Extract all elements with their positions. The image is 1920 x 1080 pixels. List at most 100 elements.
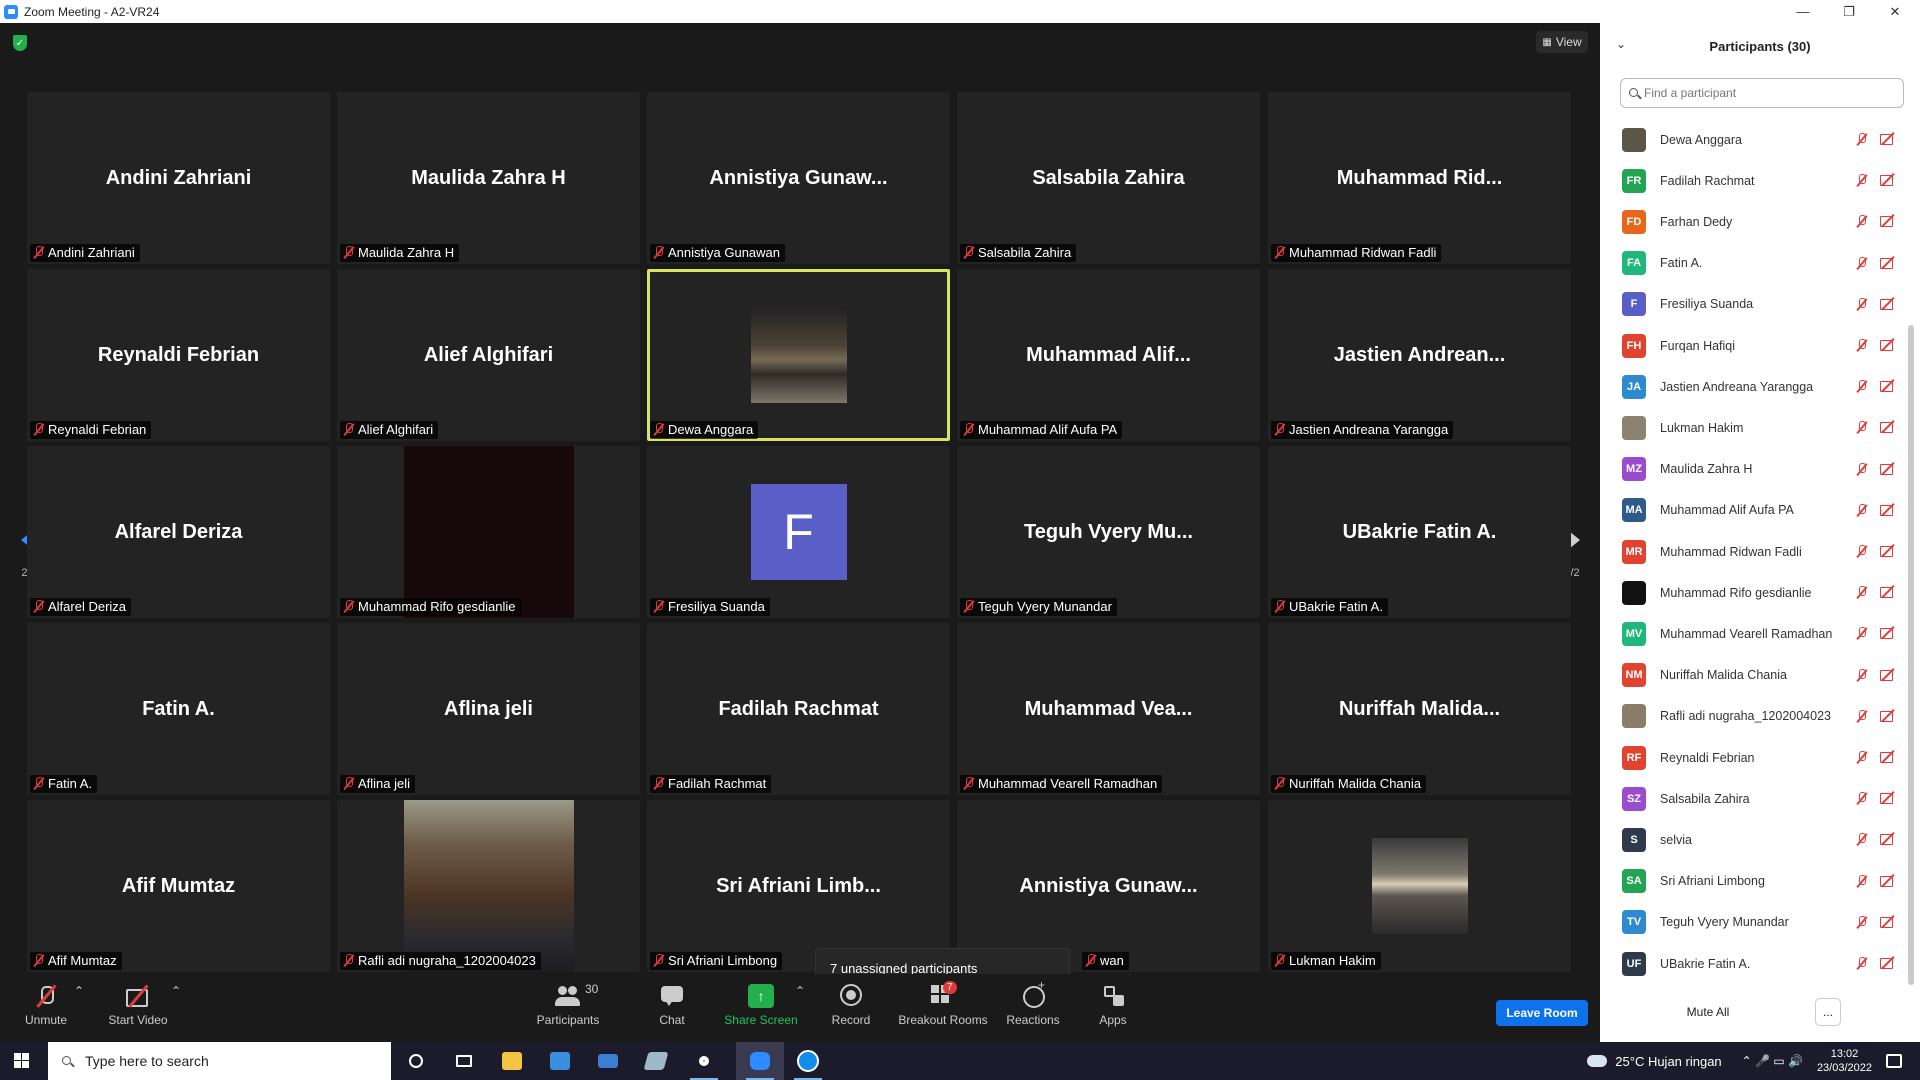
participant-row[interactable]: FA Fatin A. xyxy=(1600,243,1906,284)
video-tile[interactable]: Alfarel Deriza Alfarel Deriza xyxy=(27,446,330,618)
video-off-icon[interactable] xyxy=(1880,669,1896,681)
maximize-button[interactable]: ❐ xyxy=(1826,0,1872,23)
task-view-icon[interactable] xyxy=(440,1042,488,1080)
muted-mic-icon[interactable] xyxy=(1856,174,1868,187)
video-tile[interactable]: Teguh Vyery Mu... Teguh Vyery Munandar xyxy=(957,446,1260,618)
audio-options-caret[interactable]: ⌃ xyxy=(73,984,85,1040)
video-off-icon[interactable] xyxy=(1880,380,1896,393)
breakout-rooms-button[interactable]: 7 Breakout Rooms xyxy=(898,981,988,1040)
start-video-button[interactable]: Start Video xyxy=(106,984,170,1040)
video-off-icon[interactable] xyxy=(1880,545,1896,557)
video-off-icon[interactable] xyxy=(1880,133,1896,145)
muted-mic-icon[interactable] xyxy=(1856,957,1868,970)
record-button[interactable]: Record xyxy=(826,984,876,1040)
video-off-icon[interactable] xyxy=(1880,875,1896,887)
video-off-icon[interactable] xyxy=(1880,257,1896,269)
participant-row[interactable]: Sselvia xyxy=(1600,819,1906,860)
video-tile[interactable]: Sri Afriani Limb... Sri Afriani Limbong xyxy=(647,800,950,972)
share-screen-button[interactable]: ↑ Share Screen xyxy=(724,984,798,1040)
muted-mic-icon[interactable] xyxy=(1856,503,1868,517)
muted-mic-icon[interactable] xyxy=(1856,297,1868,311)
weather-text[interactable]: 25°C Hujan ringan xyxy=(1615,1054,1721,1069)
muted-mic-icon[interactable] xyxy=(1856,586,1868,599)
video-tile[interactable]: Muhammad Rid... Muhammad Ridwan Fadli xyxy=(1268,92,1571,264)
zoom-taskbar-icon[interactable] xyxy=(736,1042,784,1080)
muted-mic-icon[interactable] xyxy=(1856,215,1868,228)
muted-mic-icon[interactable] xyxy=(1856,833,1868,846)
video-off-icon[interactable] xyxy=(1880,916,1896,928)
muted-mic-icon[interactable] xyxy=(1856,751,1868,764)
participant-row[interactable]: SZ Salsabila Zahira xyxy=(1600,778,1906,819)
video-tile[interactable]: Nuriffah Malida... Nuriffah Malida Chani… xyxy=(1268,623,1571,795)
participant-row[interactable]: MZ Maulida Zahra H xyxy=(1600,449,1906,490)
chrome-icon[interactable] xyxy=(680,1042,728,1080)
participant-row[interactable]: TV Teguh Vyery Munandar xyxy=(1600,902,1906,943)
leave-room-button[interactable]: Leave Room xyxy=(1496,1000,1588,1026)
muted-mic-icon[interactable] xyxy=(1856,874,1868,888)
cortana-icon[interactable] xyxy=(392,1042,440,1080)
video-off-icon[interactable] xyxy=(1880,463,1896,475)
tray-icons[interactable]: ⌃ 🎤 ▭ 🔊 xyxy=(1742,1054,1803,1068)
participant-row[interactable]: F Fresiliya Suanda xyxy=(1600,284,1906,325)
video-tile[interactable]: Andini Zahriani Andini Zahriani xyxy=(27,92,330,264)
apps-button[interactable]: Apps xyxy=(1095,984,1131,1040)
video-off-icon[interactable] xyxy=(1880,174,1896,187)
more-options-button[interactable]: ... xyxy=(1815,998,1841,1026)
video-off-icon[interactable] xyxy=(1880,339,1896,351)
collapse-panel-chevron-icon[interactable]: ⌄ xyxy=(1616,37,1626,51)
participant-row[interactable]: UF UBakrie Fatin A. xyxy=(1600,943,1906,984)
muted-mic-icon[interactable] xyxy=(1856,545,1868,558)
minimize-button[interactable]: — xyxy=(1780,0,1826,23)
video-tile[interactable]: Afif Mumtaz Afif Mumtaz xyxy=(27,800,330,972)
share-options-caret[interactable]: ⌃ xyxy=(794,984,806,1040)
video-tile[interactable]: Reynaldi Febrian Reynaldi Febrian xyxy=(27,269,330,441)
participant-row[interactable]: FD Farhan Dedy xyxy=(1600,201,1906,242)
video-tile[interactable]: Muhammad Alif... Muhammad Alif Aufa PA xyxy=(957,269,1260,441)
muted-mic-icon[interactable] xyxy=(1856,915,1868,929)
video-off-icon[interactable] xyxy=(1880,504,1896,516)
participant-row[interactable]: MV Muhammad Vearell Ramadhan xyxy=(1600,613,1906,654)
video-off-icon[interactable] xyxy=(1880,298,1896,310)
participants-button[interactable]: 30 Participants xyxy=(532,982,604,1040)
video-off-icon[interactable] xyxy=(1880,792,1896,805)
video-tile[interactable]: Lukman Hakim xyxy=(1268,800,1571,972)
video-tile[interactable]: Aflina jeli Aflina jeli xyxy=(337,623,640,795)
muted-mic-icon[interactable] xyxy=(1856,133,1868,146)
muted-mic-icon[interactable] xyxy=(1856,339,1868,352)
close-button[interactable]: ✕ xyxy=(1872,0,1918,23)
muted-mic-icon[interactable] xyxy=(1856,668,1868,682)
mail-icon[interactable] xyxy=(584,1042,632,1080)
video-off-icon[interactable] xyxy=(1880,215,1896,228)
video-off-icon[interactable] xyxy=(1880,586,1896,599)
video-off-icon[interactable] xyxy=(1880,957,1896,969)
participant-search-input[interactable] xyxy=(1644,86,1884,100)
video-options-caret[interactable]: ⌃ xyxy=(170,984,182,1040)
participant-row[interactable]: MA Muhammad Alif Aufa PA xyxy=(1600,490,1906,531)
security-shield-icon[interactable]: ✓ xyxy=(13,35,27,51)
video-off-icon[interactable] xyxy=(1880,833,1896,846)
video-tile-active-speaker[interactable]: Dewa Anggara xyxy=(647,269,950,441)
video-off-icon[interactable] xyxy=(1880,751,1896,763)
participant-row[interactable]: Rafli adi nugraha_1202004023 xyxy=(1600,696,1906,737)
video-off-icon[interactable] xyxy=(1880,710,1896,722)
participant-row[interactable]: JA Jastien Andreana Yarangga xyxy=(1600,366,1906,407)
video-tile[interactable]: F Fresiliya Suanda xyxy=(647,446,950,618)
muted-mic-icon[interactable] xyxy=(1856,627,1868,640)
video-tile[interactable]: Jastien Andrean... Jastien Andreana Yara… xyxy=(1268,269,1571,441)
video-tile[interactable]: Fatin A. Fatin A. xyxy=(27,623,330,795)
mute-all-button[interactable]: Mute All xyxy=(1675,998,1741,1026)
participant-row[interactable]: FH Furqan Hafiqi xyxy=(1600,325,1906,366)
muted-mic-icon[interactable] xyxy=(1856,709,1868,723)
microsoft-store-icon[interactable] xyxy=(536,1042,584,1080)
teamviewer-icon[interactable] xyxy=(784,1042,832,1080)
video-tile[interactable]: Salsabila Zahira Salsabila Zahira xyxy=(957,92,1260,264)
video-tile[interactable]: UBakrie Fatin A. UBakrie Fatin A. xyxy=(1268,446,1571,618)
muted-mic-icon[interactable] xyxy=(1856,380,1868,393)
muted-mic-icon[interactable] xyxy=(1856,256,1868,270)
taskbar-search[interactable]: Type here to search xyxy=(48,1042,391,1080)
participant-search[interactable] xyxy=(1620,78,1904,108)
video-off-icon[interactable] xyxy=(1880,421,1896,434)
video-tile[interactable]: Annistiya Gunaw... Annistiya Gunawan xyxy=(647,92,950,264)
participant-row[interactable]: SA Sri Afriani Limbong xyxy=(1600,861,1906,902)
windows-start-icon[interactable] xyxy=(14,1053,30,1069)
